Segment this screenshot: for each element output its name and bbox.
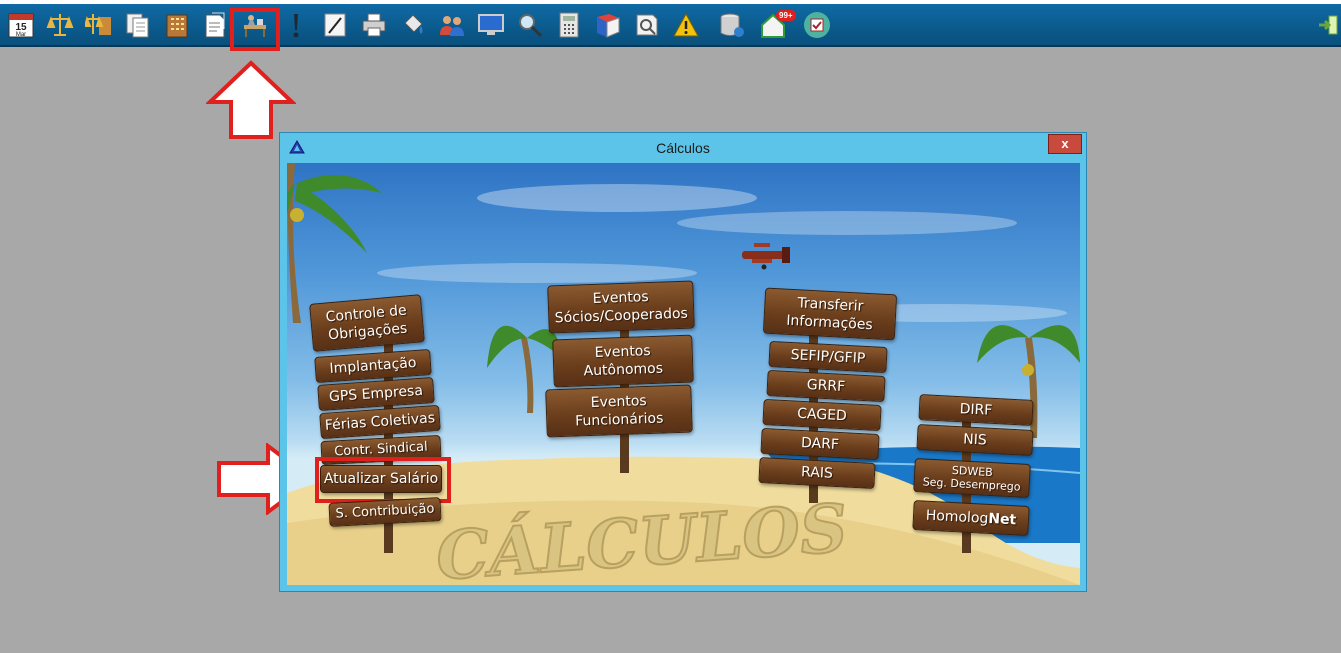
- papers-icon[interactable]: [201, 10, 231, 40]
- sign-eventos-autonomos[interactable]: Eventos Autônomos: [552, 334, 694, 388]
- database-icon[interactable]: [717, 10, 747, 40]
- sign-eventos-funcionarios[interactable]: Eventos Funcionários: [545, 384, 693, 438]
- exclamation-icon[interactable]: [281, 10, 311, 40]
- dialog-title: Cálculos: [656, 140, 710, 156]
- calculator-icon[interactable]: [554, 10, 584, 40]
- users-icon[interactable]: [437, 10, 467, 40]
- sign-homolognet[interactable]: Homolog Net: [912, 499, 1030, 537]
- documents-icon[interactable]: [123, 10, 153, 40]
- notification-badge: 99+: [776, 10, 796, 21]
- sign-sdweb-seg-desemprego[interactable]: SDWEB Seg. Desemprego: [913, 457, 1031, 499]
- building-icon[interactable]: [162, 10, 192, 40]
- magnifier-icon[interactable]: [515, 10, 545, 40]
- paint-bucket-icon[interactable]: [398, 10, 428, 40]
- sign-eventos-socios-cooperados[interactable]: Eventos Sócios/Cooperados: [547, 280, 695, 334]
- callout-up-arrow: [206, 60, 296, 139]
- book-icon[interactable]: [593, 10, 623, 40]
- scales-icon[interactable]: [45, 10, 75, 40]
- main-toolbar: 15 Mar 99+: [0, 0, 1341, 51]
- calendar-month: Mar: [16, 32, 26, 38]
- homolognet-suffix: Net: [987, 510, 1017, 529]
- warning-icon[interactable]: [671, 10, 701, 40]
- app-logo-icon: [289, 140, 305, 154]
- homolognet-prefix: Homolog: [925, 507, 989, 527]
- scales-building-icon[interactable]: [84, 10, 114, 40]
- toolbar-highlight-box: [230, 8, 280, 51]
- sign-controle-obrigacoes[interactable]: Controle de Obrigações: [309, 294, 425, 352]
- calendar-icon[interactable]: 15 Mar: [6, 10, 36, 40]
- search-document-icon[interactable]: [632, 10, 662, 40]
- exit-icon[interactable]: [1319, 14, 1339, 41]
- close-button[interactable]: x: [1048, 134, 1082, 154]
- monitor-icon[interactable]: [476, 10, 506, 40]
- pen-icon[interactable]: [320, 10, 350, 40]
- atualizar-salario-highlight-box: [315, 457, 451, 503]
- calculos-scene: CÁLCULOS Controle de Obrigações Implanta…: [287, 163, 1080, 585]
- sign-transferir-informacoes[interactable]: Transferir Informações: [762, 287, 898, 341]
- printer-icon[interactable]: [359, 10, 389, 40]
- checkbox-icon[interactable]: [802, 10, 832, 40]
- calculos-dialog: Cálculos x CÁLCULOS Controle de Obrigaçõ…: [279, 132, 1087, 592]
